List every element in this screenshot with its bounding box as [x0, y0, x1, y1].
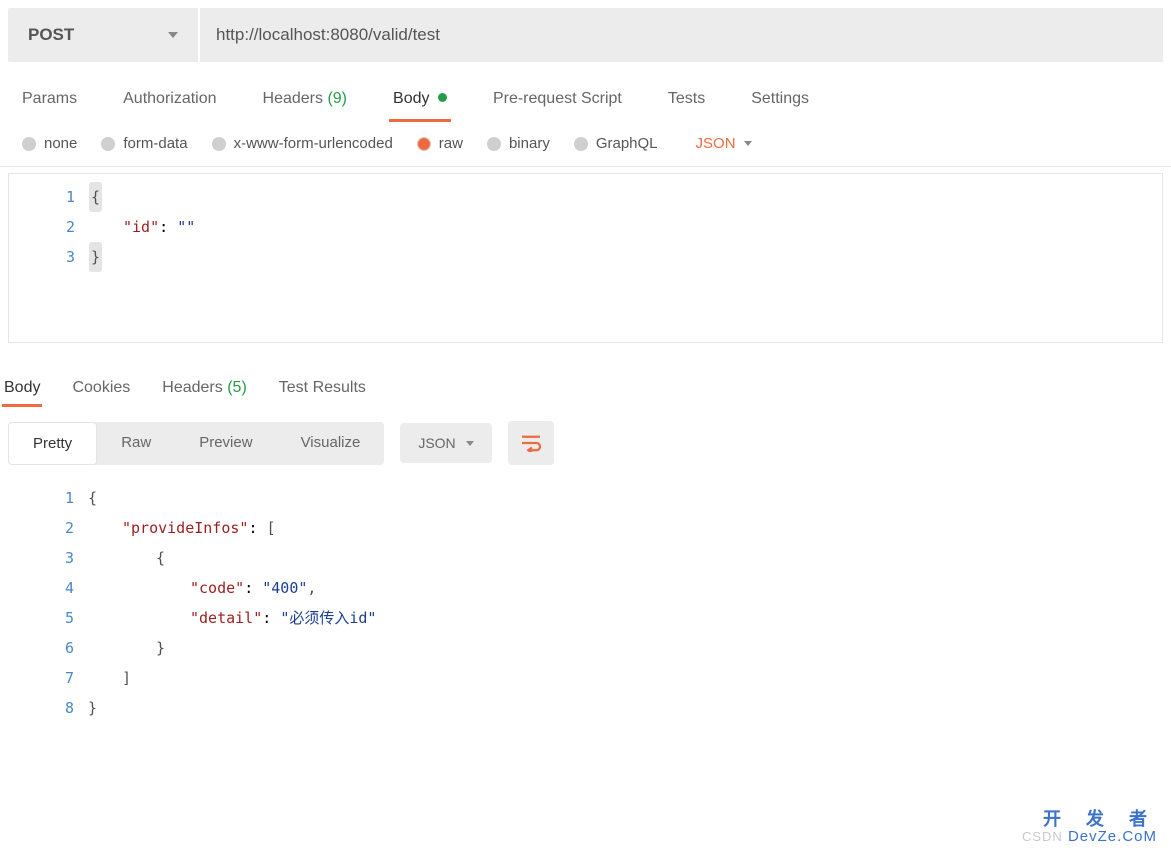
chevron-down-icon [466, 441, 474, 446]
tab-body[interactable]: Body [389, 80, 451, 122]
chevron-down-icon [744, 141, 752, 146]
headers-count: (9) [327, 90, 347, 107]
http-method-select[interactable]: POST [8, 8, 198, 62]
view-preview[interactable]: Preview [175, 422, 276, 465]
view-raw[interactable]: Raw [97, 422, 175, 465]
body-urlencoded[interactable]: x-www-form-urlencoded [212, 135, 393, 152]
body-raw[interactable]: raw [417, 135, 463, 152]
chevron-down-icon [168, 32, 178, 38]
response-view-bar: Pretty Raw Preview Visualize JSON [0, 407, 1171, 465]
wrap-lines-button[interactable] [508, 421, 554, 465]
tab-prerequest[interactable]: Pre-request Script [489, 80, 626, 122]
code-area[interactable]: { "id": "" } [89, 174, 1162, 342]
request-tabs: Params Authorization Headers (9) Body Pr… [0, 70, 1171, 123]
line-gutter: 1 2 3 [9, 174, 89, 342]
resp-tab-body[interactable]: Body [2, 373, 42, 407]
view-pretty[interactable]: Pretty [8, 422, 97, 465]
resp-tab-cookies[interactable]: Cookies [70, 373, 132, 407]
body-form-data[interactable]: form-data [101, 135, 187, 152]
response-tabs: Body Cookies Headers (5) Test Results [0, 343, 1171, 407]
body-graphql[interactable]: GraphQL [574, 135, 658, 152]
view-mode-group: Pretty Raw Preview Visualize [8, 422, 384, 465]
body-binary[interactable]: binary [487, 135, 550, 152]
tab-authorization[interactable]: Authorization [119, 80, 220, 122]
wrap-icon [520, 434, 542, 452]
body-modified-dot [438, 93, 447, 102]
url-input[interactable] [200, 8, 1163, 62]
tab-tests[interactable]: Tests [664, 80, 709, 122]
body-none[interactable]: none [22, 135, 77, 152]
body-type-row: none form-data x-www-form-urlencoded raw… [0, 123, 1171, 167]
response-body-editor[interactable]: 1 2 3 4 5 6 7 8 { "provideInfos": [ { "c… [8, 479, 1163, 731]
body-format-select[interactable]: JSON [696, 135, 752, 152]
watermark: 开 发 者 CSDN DevZe.CoM [1022, 810, 1157, 846]
code-area[interactable]: { "provideInfos": [ { "code": "400", "de… [88, 479, 1163, 731]
response-format-select[interactable]: JSON [400, 423, 491, 463]
request-body-editor[interactable]: 1 2 3 { "id": "" } [8, 173, 1163, 343]
tab-settings[interactable]: Settings [747, 80, 813, 122]
tab-headers[interactable]: Headers (9) [259, 80, 352, 122]
resp-headers-count: (5) [227, 379, 247, 396]
resp-tab-tests[interactable]: Test Results [277, 373, 368, 407]
resp-tab-headers[interactable]: Headers (5) [160, 373, 249, 407]
line-gutter: 1 2 3 4 5 6 7 8 [8, 479, 88, 731]
tab-params[interactable]: Params [18, 80, 81, 122]
http-method-label: POST [28, 25, 74, 45]
view-visualize[interactable]: Visualize [277, 422, 385, 465]
